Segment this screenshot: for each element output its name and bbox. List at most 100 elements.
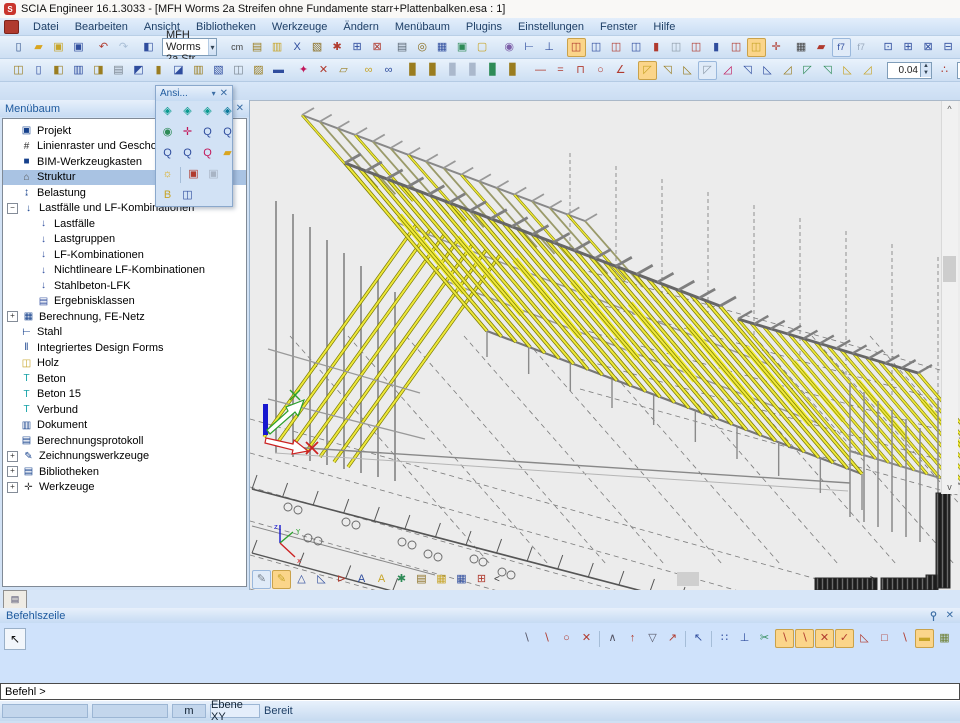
view-y-icon[interactable]: ◈: [178, 102, 197, 121]
column-3-icon[interactable]: ▊: [444, 61, 463, 80]
tree-item-stahlbeton-lfk[interactable]: ↓Stahlbeton-LFK: [3, 278, 246, 294]
activity-10-icon[interactable]: ◫: [747, 38, 766, 57]
column-2-icon[interactable]: ▊: [424, 61, 443, 80]
tree-item-berechnung-fe-netz[interactable]: +▦Berechnung, FE-Netz: [3, 309, 246, 325]
intersection-snap-icon[interactable]: ✂: [755, 629, 774, 648]
activity-1-icon[interactable]: ◫: [567, 38, 586, 57]
snap-diag-icon[interactable]: ∖: [895, 629, 914, 648]
activity-5-icon[interactable]: ▮: [647, 38, 666, 57]
filter-f7-on-icon[interactable]: f7: [832, 38, 851, 57]
gear-wheel-icon[interactable]: ✱: [328, 38, 347, 57]
snap-arrow-icon[interactable]: ↑: [623, 629, 642, 648]
snap-check-icon[interactable]: ✓: [835, 629, 854, 648]
menu-item-einstellungen[interactable]: Einstellungen: [510, 19, 592, 35]
snap-vertex-icon[interactable]: ∧: [603, 629, 622, 648]
calc-snap-icon[interactable]: ▦: [935, 629, 954, 648]
activity-9-icon[interactable]: ◫: [727, 38, 746, 57]
member-5-icon[interactable]: ◨: [89, 61, 108, 80]
member-1-icon[interactable]: ◫: [9, 61, 28, 80]
member-10-icon[interactable]: ▥: [189, 61, 208, 80]
snap-line-2-icon[interactable]: ∖: [795, 629, 814, 648]
ruler-snap-icon[interactable]: ▬: [915, 629, 934, 648]
roof-10-icon[interactable]: ◹: [818, 61, 837, 80]
docked-panel-tab[interactable]: ▤: [3, 590, 27, 608]
roof-8-icon[interactable]: ◿: [778, 61, 797, 80]
view-x-icon[interactable]: ◈: [158, 102, 177, 121]
coord-xy-icon[interactable]: X: [288, 38, 307, 57]
activity-3-icon[interactable]: ◫: [607, 38, 626, 57]
expand-icon[interactable]: +: [7, 311, 18, 322]
snap-endpoint-icon[interactable]: ∖: [517, 629, 536, 648]
dimension-icon[interactable]: ⊥: [540, 38, 559, 57]
horizontal-scrollbar[interactable]: [507, 572, 867, 587]
expand-icon[interactable]: +: [7, 466, 18, 477]
activity-8-icon[interactable]: ▮: [707, 38, 726, 57]
collapse-icon[interactable]: −: [7, 203, 18, 214]
font-settings-icon[interactable]: A: [352, 570, 371, 589]
column-4-icon[interactable]: ▊: [464, 61, 483, 80]
status-plane[interactable]: Ebene XY: [210, 704, 260, 718]
image-export-icon[interactable]: ▣: [453, 38, 472, 57]
grid-snap-icon[interactable]: ∷: [715, 629, 734, 648]
palette-menu-icon[interactable]: ▾: [212, 89, 216, 98]
pin-icon[interactable]: [929, 611, 938, 621]
select-cursor-icon[interactable]: ✕: [314, 61, 333, 80]
member-8-icon[interactable]: ▮: [149, 61, 168, 80]
window-new-icon[interactable]: ⊞: [348, 38, 367, 57]
open-file-icon[interactable]: ▰: [29, 38, 48, 57]
tree-item-werkzeuge[interactable]: +✛Werkzeuge: [3, 480, 246, 496]
menu-item-werkzeuge[interactable]: Werkzeuge: [264, 19, 335, 35]
roof-5-icon[interactable]: ◿: [718, 61, 737, 80]
line-thick-icon[interactable]: —: [531, 61, 550, 80]
show-labels-icon[interactable]: ⊳: [332, 570, 351, 589]
member-4-icon[interactable]: ▥: [69, 61, 88, 80]
roof-4-icon[interactable]: ◸: [698, 61, 717, 80]
clip-box-off-icon[interactable]: ▣: [204, 165, 223, 184]
roof-12-icon[interactable]: ◿: [858, 61, 877, 80]
measure-icon[interactable]: ⊢: [520, 38, 539, 57]
new-file-icon[interactable]: ▯: [9, 38, 28, 57]
snap-delete-icon[interactable]: ✕: [577, 629, 596, 648]
tree-item-lastgruppen[interactable]: ↓Lastgruppen: [3, 232, 246, 248]
bracket-icon[interactable]: ⊓: [571, 61, 590, 80]
copy-attrib-3-icon[interactable]: ⊠: [919, 38, 938, 57]
snap-ne-icon[interactable]: ↗: [663, 629, 682, 648]
document-window-icon[interactable]: [4, 20, 19, 34]
member-6-icon[interactable]: ▤: [109, 61, 128, 80]
polygon-icon[interactable]: ▱: [334, 61, 353, 80]
tree-item-integriertes-design[interactable]: ‖Integriertes Design Forms: [3, 340, 246, 356]
render-shaded-icon[interactable]: ✎: [272, 570, 291, 589]
zoom-window-icon[interactable]: ◉: [158, 123, 177, 142]
roof-3-icon[interactable]: ◺: [678, 61, 697, 80]
scroll-down-icon[interactable]: v: [942, 479, 957, 494]
tree-item-beton[interactable]: TBeton: [3, 371, 246, 387]
zoom-previous-icon[interactable]: Q: [178, 144, 197, 163]
table-edit-icon[interactable]: ▦: [432, 570, 451, 589]
chevron-down-icon[interactable]: ▾: [208, 39, 215, 55]
zoom-in-icon[interactable]: Q: [198, 123, 217, 142]
expand-icon[interactable]: +: [7, 451, 18, 462]
member-3-icon[interactable]: ◧: [49, 61, 68, 80]
tree-item-zeichnungswerkzeuge[interactable]: +✎Zeichnungswerkzeuge: [3, 449, 246, 465]
print-preview-icon[interactable]: ◎: [413, 38, 432, 57]
snap-line-1-icon[interactable]: ∖: [775, 629, 794, 648]
table-view-icon[interactable]: ▦: [452, 570, 471, 589]
angle-red-icon[interactable]: ∠: [611, 61, 630, 80]
link-b-icon[interactable]: ∞: [379, 61, 398, 80]
document-note-icon[interactable]: ▢: [473, 38, 492, 57]
view-3d-window-icon[interactable]: ◫: [178, 186, 197, 205]
show-supports-icon[interactable]: △: [292, 570, 311, 589]
triangle-red-icon[interactable]: ∴: [935, 61, 954, 80]
roof-1-icon[interactable]: ◸: [638, 61, 657, 80]
vertical-scrollbar[interactable]: ^ v: [941, 101, 958, 494]
save-icon[interactable]: ▣: [69, 38, 88, 57]
column-5-icon[interactable]: ▊: [484, 61, 503, 80]
perpendicular-snap-icon[interactable]: ⊥: [735, 629, 754, 648]
display-scale-spinner-arrows[interactable]: ▲▼: [920, 63, 931, 77]
snap-circle-icon[interactable]: ○: [557, 629, 576, 648]
member-7-icon[interactable]: ◩: [129, 61, 148, 80]
layers-icon[interactable]: ▤: [248, 38, 267, 57]
horizontal-scroll-thumb[interactable]: [677, 572, 699, 586]
roof-7-icon[interactable]: ◺: [758, 61, 777, 80]
palette-close-icon[interactable]: ✕: [220, 88, 228, 99]
